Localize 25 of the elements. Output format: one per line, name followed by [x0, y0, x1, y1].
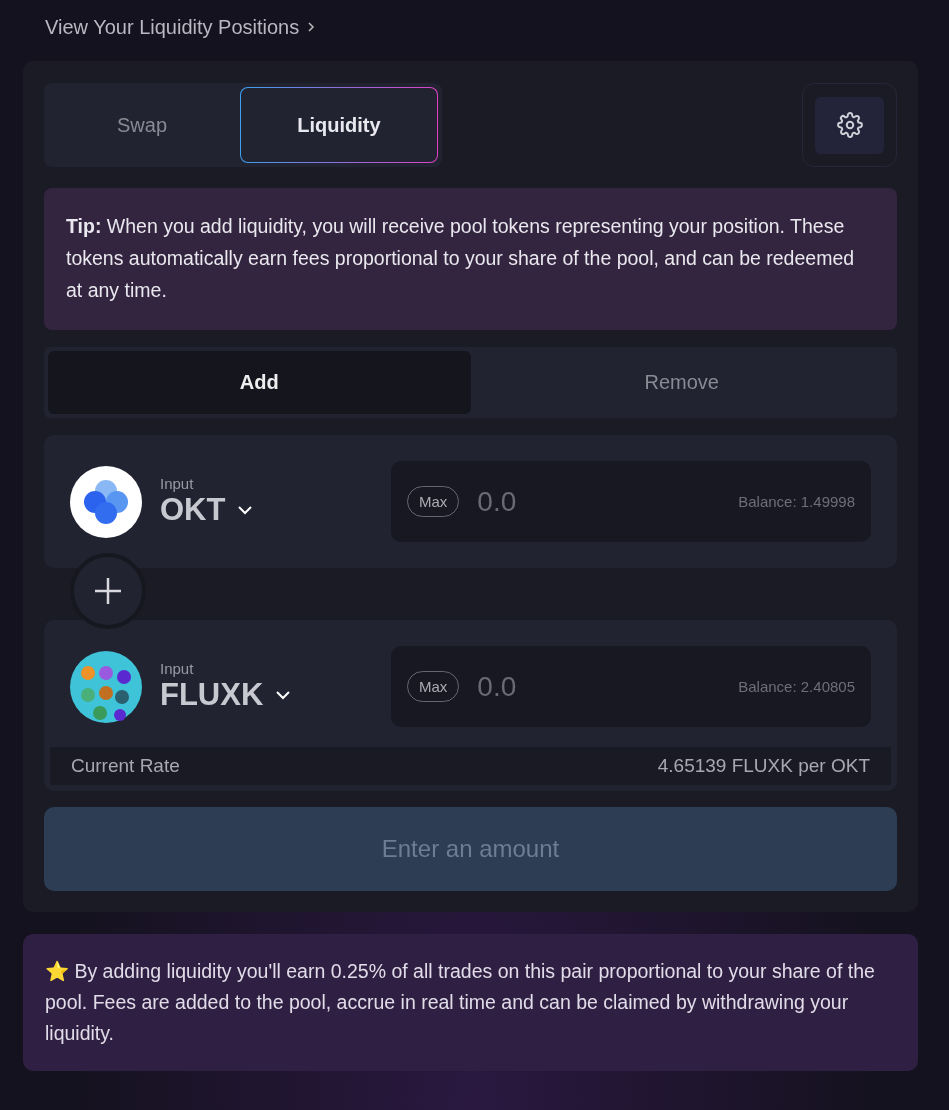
tab[interactable]: Liquidity [240, 87, 438, 163]
settings-icon [836, 112, 863, 138]
input-label: Input [160, 475, 195, 492]
petal-logo-icon [70, 465, 142, 538]
token-selector[interactable]: OKT [160, 492, 254, 528]
rate-label: Current Rate [71, 755, 180, 777]
rate-value: 4.65139 FLUXK per OKT [657, 755, 870, 777]
chevron-right-icon [307, 21, 316, 33]
mode-tab[interactable]: Add [48, 351, 471, 414]
tab[interactable]: Swap [44, 87, 240, 163]
amount-field[interactable]: Max 0.0 Balance: 2.40805 [391, 646, 871, 727]
chevron-down-icon [275, 690, 292, 700]
dotted-logo-icon [70, 650, 142, 723]
balance-text: Balance: 1.49998 [738, 493, 855, 510]
input-label: Input [160, 660, 195, 677]
amount-field[interactable]: Max 0.0 Balance: 1.49998 [391, 461, 871, 542]
plus-icon [93, 576, 123, 606]
token-selector[interactable]: FLUXK [160, 677, 292, 713]
settings-button[interactable] [815, 96, 884, 154]
balance-text: Balance: 2.40805 [738, 678, 855, 695]
chevron-down-icon [237, 505, 254, 515]
note-text: ⭐ By adding liquidity you'll earn 0.25% of all trades on this pair proportional to your share of the pool. Fees are added to the pool, accrue in real time and can be claimed by withdrawing your liquidity. [45, 959, 876, 1046]
tip-text: Tip: When you add liquidity, you will receive pool tokens representing your position. These tokens automatically earn fees proportional to your share of the pool, and can be redeemed at any time. [66, 214, 856, 303]
mode-tab[interactable]: Remove [470, 351, 893, 414]
liquidity-positions-link[interactable]: View Your Liquidity Positions [45, 12, 316, 42]
